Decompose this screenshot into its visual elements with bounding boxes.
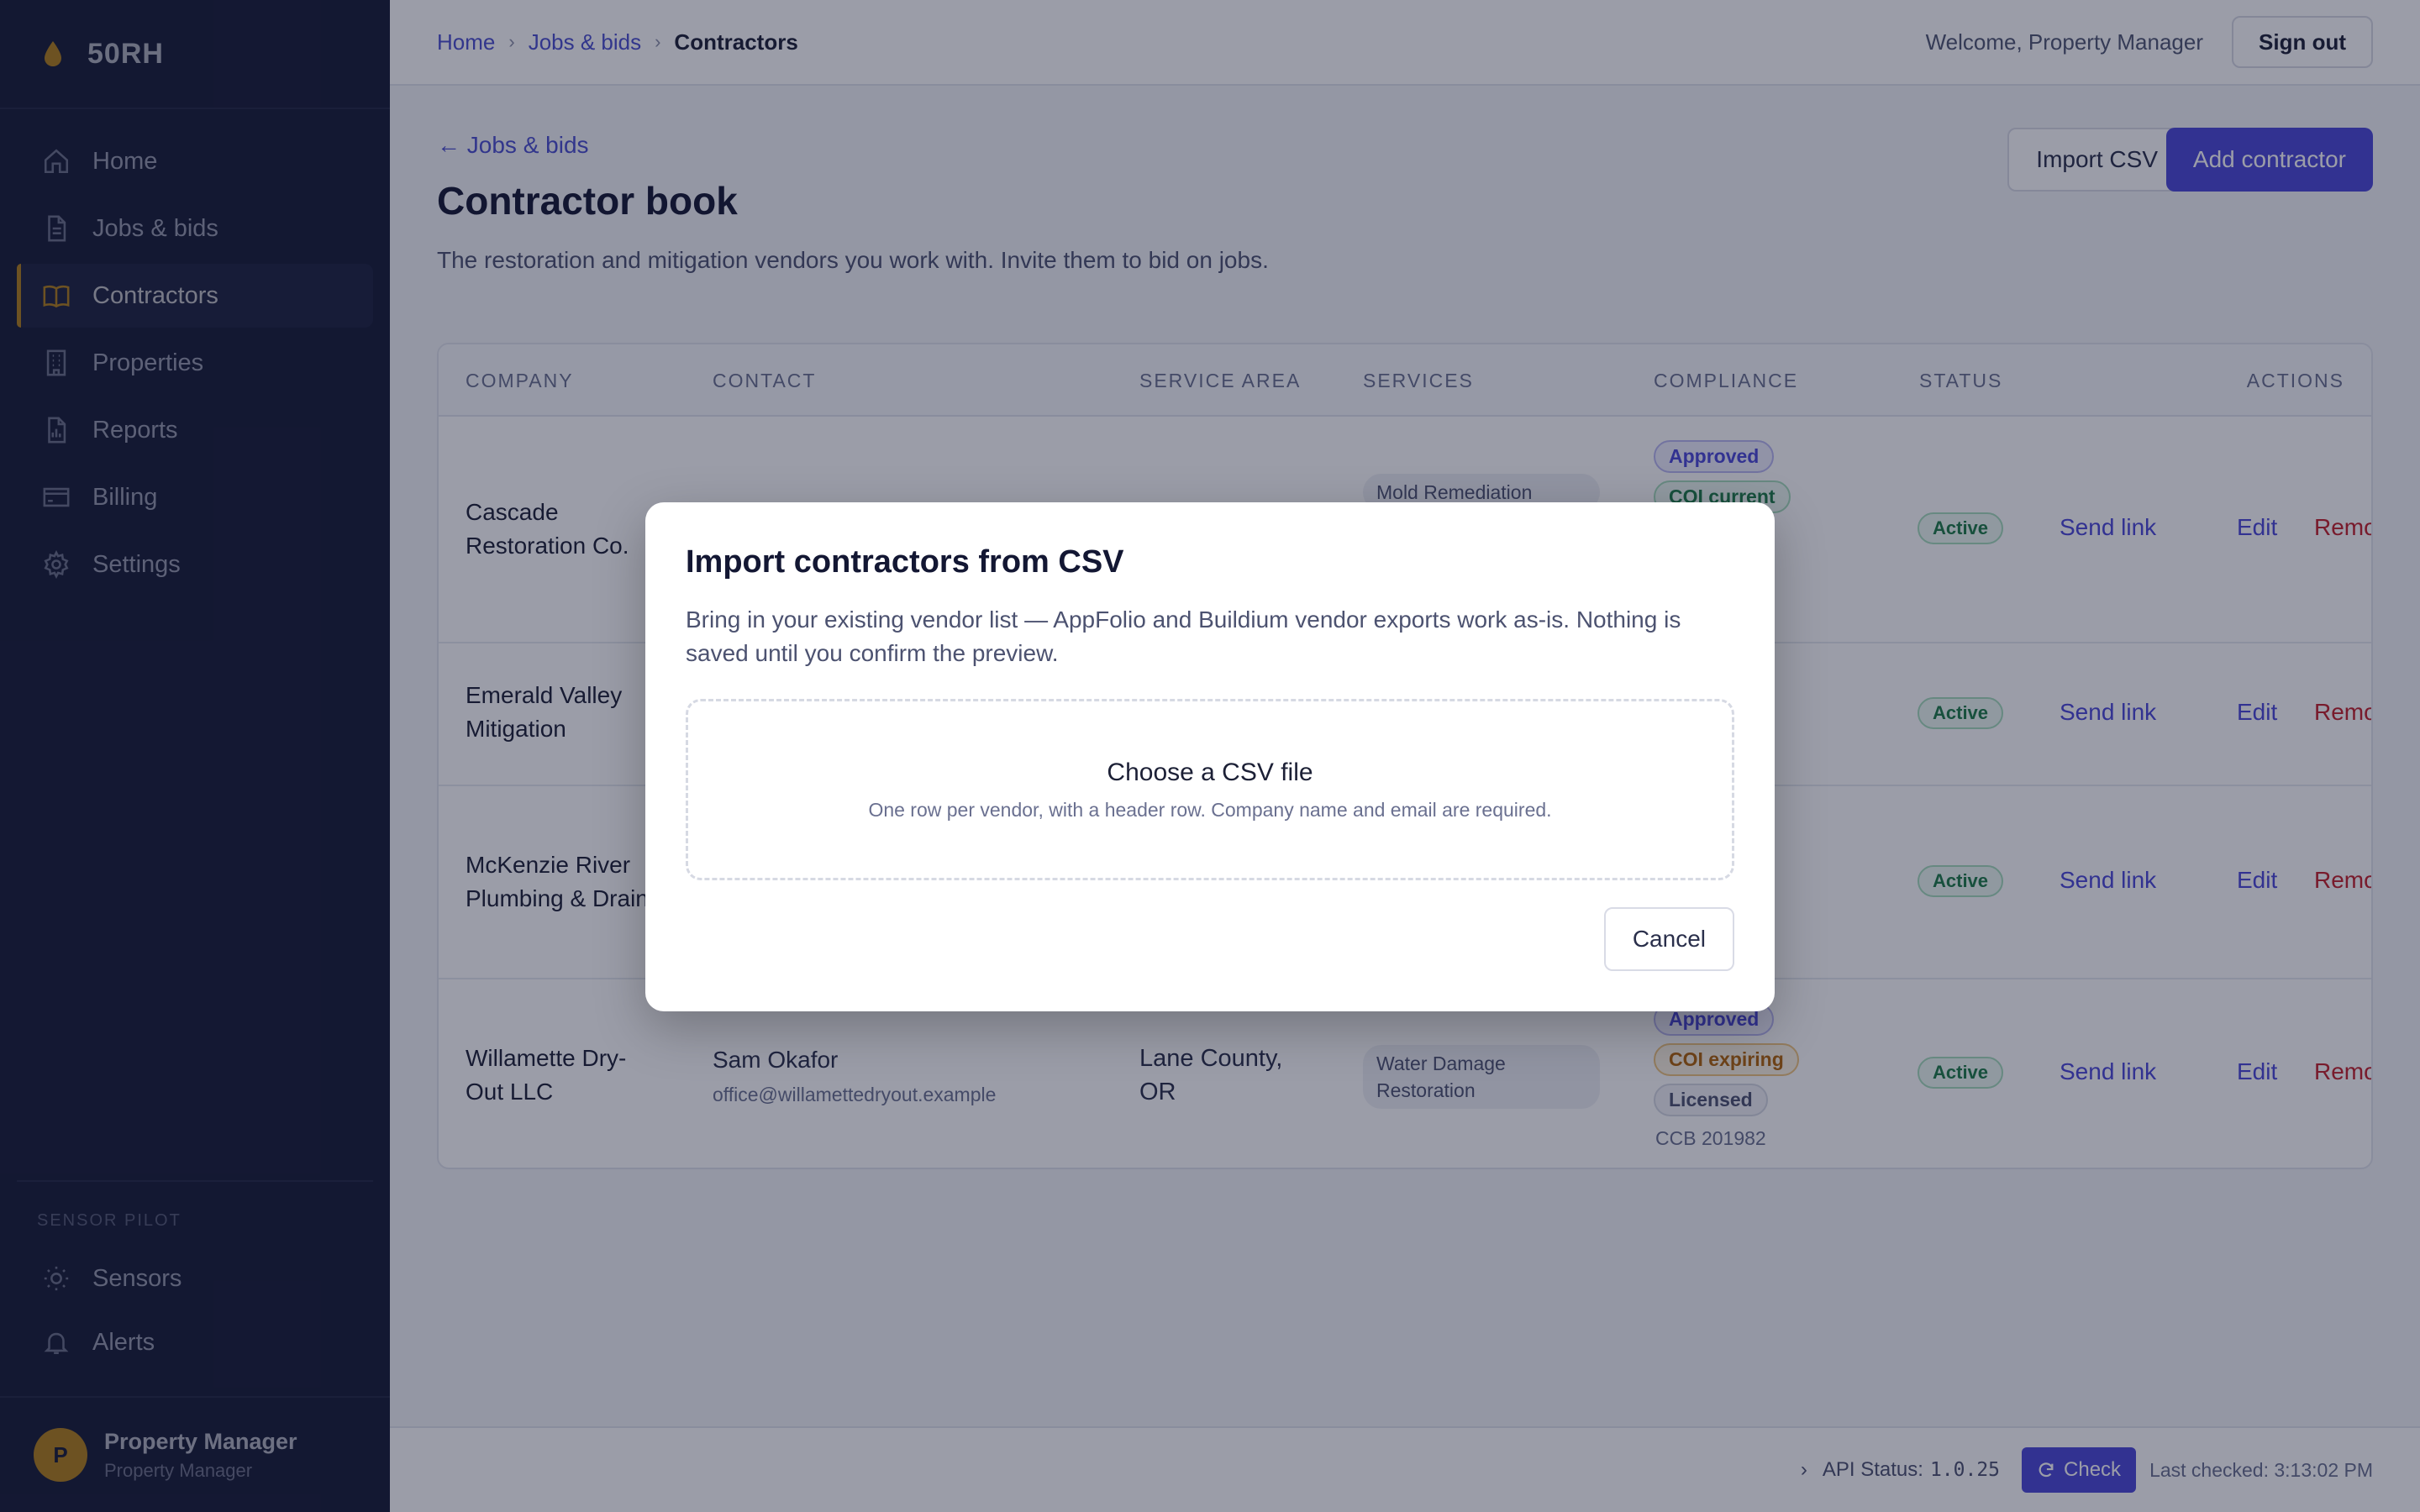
import-csv-modal: Import contractors from CSV Bring in you… — [645, 502, 1775, 1011]
csv-file-dropzone[interactable]: Choose a CSV file One row per vendor, wi… — [686, 699, 1734, 880]
cancel-button[interactable]: Cancel — [1603, 907, 1734, 971]
dropzone-help: One row per vendor, with a header row. C… — [868, 799, 1552, 821]
dropzone-title: Choose a CSV file — [1107, 759, 1313, 786]
modal-description: Bring in your existing vendor list — App… — [686, 606, 1681, 666]
sidebar-shade — [0, 0, 390, 1512]
modal-title: Import contractors from CSV — [686, 544, 1124, 580]
